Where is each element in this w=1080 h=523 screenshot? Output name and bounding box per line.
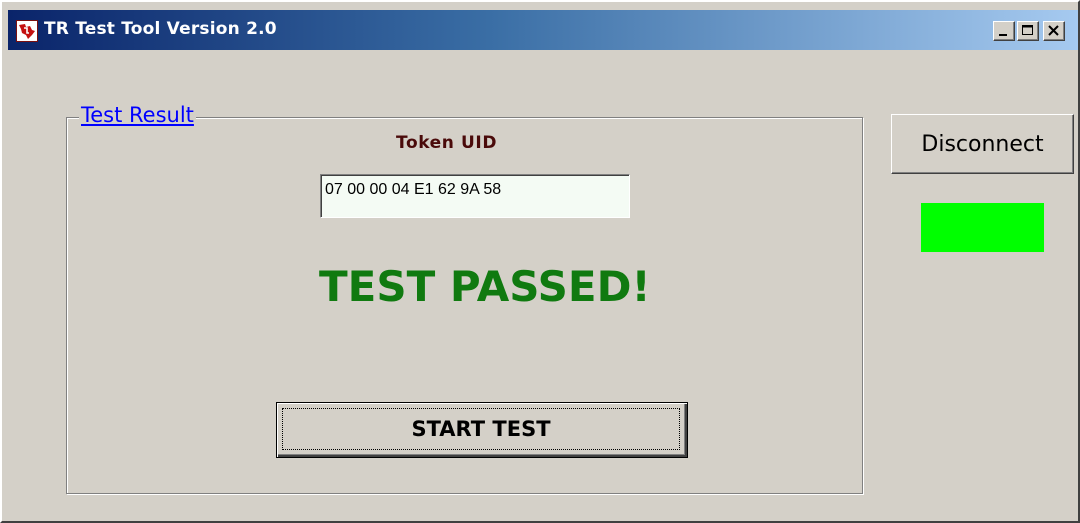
start-test-label: START TEST <box>282 408 680 450</box>
close-icon <box>1048 25 1059 36</box>
start-test-button[interactable]: START TEST <box>276 402 688 458</box>
ti-logo-icon[interactable] <box>16 20 38 42</box>
maximize-button[interactable] <box>1017 21 1039 41</box>
disconnect-button[interactable]: Disconnect <box>891 114 1074 174</box>
title-bar[interactable]: TR Test Tool Version 2.0 <box>8 10 1078 50</box>
test-result-label[interactable]: Test Result <box>79 103 196 127</box>
test-status-text: TEST PASSED! <box>319 262 651 311</box>
maximize-icon <box>1022 25 1033 35</box>
minimize-button[interactable] <box>993 21 1015 41</box>
connection-status-indicator <box>921 203 1044 252</box>
token-uid-field[interactable]: 07 00 00 04 E1 62 9A 58 <box>320 174 630 218</box>
token-uid-label: Token UID <box>396 133 498 153</box>
close-button[interactable] <box>1043 21 1065 41</box>
minimize-icon <box>999 34 1007 36</box>
app-window: TR Test Tool Version 2.0 Test Result Tok… <box>0 0 1080 523</box>
window-title: TR Test Tool Version 2.0 <box>44 19 277 39</box>
